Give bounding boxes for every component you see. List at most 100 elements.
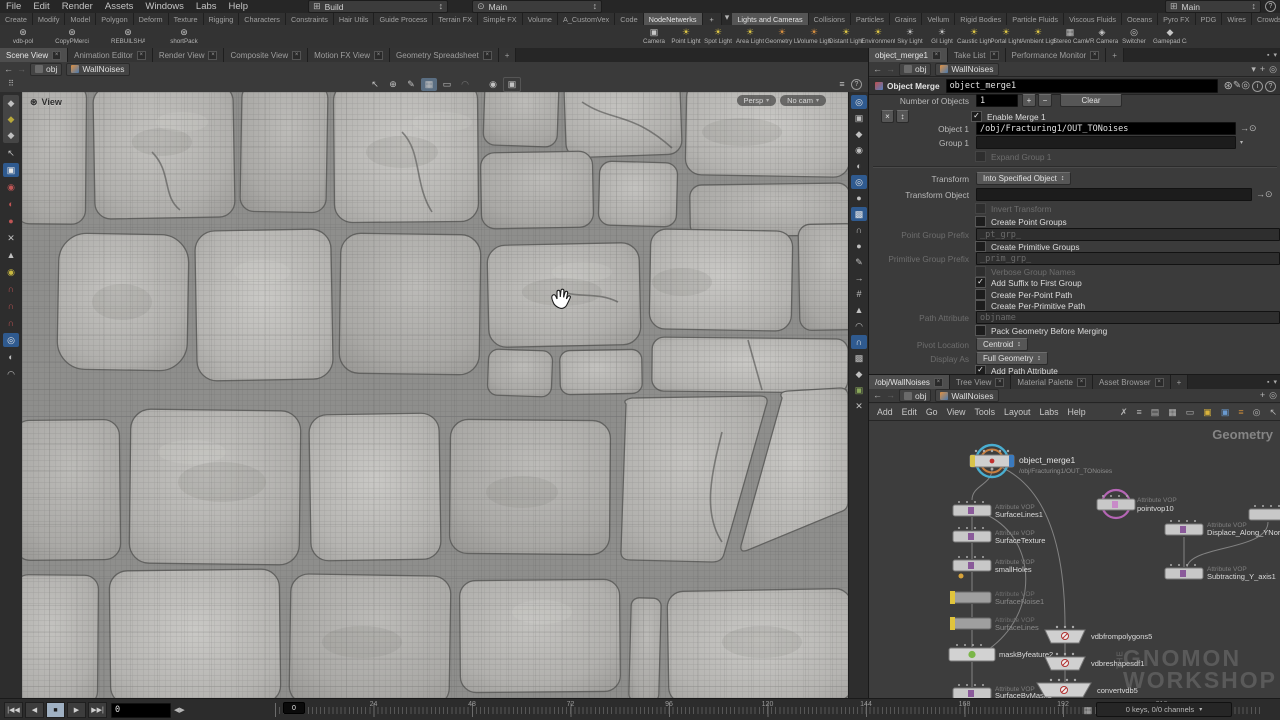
close-tab-icon[interactable] xyxy=(1077,377,1087,387)
pivot-dropdown[interactable]: Centroid ↕ xyxy=(976,338,1028,351)
node-partial-right[interactable] xyxy=(1248,505,1280,521)
shelf-tab-particles[interactable]: Particles xyxy=(850,13,890,25)
back-icon[interactable]: ← xyxy=(873,391,882,400)
enable-merge-checkbox[interactable] xyxy=(971,111,982,122)
shelf-tab-wires[interactable]: Wires xyxy=(1222,13,1252,25)
forward-icon[interactable]: → xyxy=(886,391,895,400)
new-tab-button[interactable]: + xyxy=(1170,375,1189,389)
menu-render[interactable]: Render xyxy=(56,1,99,12)
pack-geometry-checkbox[interactable] xyxy=(975,325,986,336)
color-sample-icon[interactable]: ▣ xyxy=(851,383,867,397)
object1-field[interactable]: /obj/Fracturing1/OUT_TONoises xyxy=(976,122,1236,135)
shelf-tab-grains[interactable]: Grains xyxy=(889,13,923,25)
back-icon[interactable]: ← xyxy=(873,64,882,74)
number-of-objects-field[interactable]: 1 xyxy=(976,94,1018,107)
node-surfacelines1[interactable]: Attribute VOP SurfaceLines1 xyxy=(952,501,1043,519)
go-start-button[interactable]: |◀◀ xyxy=(4,702,23,718)
lock-camera-icon[interactable]: ◆ xyxy=(851,127,867,141)
shelf-tab-particle-fluids[interactable]: Particle Fluids xyxy=(1007,13,1065,25)
node-maskbyfeature2[interactable]: maskByfeature2 xyxy=(948,644,1053,662)
node-jump-icon[interactable]: → xyxy=(1256,190,1265,199)
tab-take-list[interactable]: Take List xyxy=(947,48,1006,62)
net-menu-tools[interactable]: Tools xyxy=(975,407,996,417)
select-arrow-icon[interactable]: ↖ xyxy=(3,146,19,160)
stopwatch-icon[interactable]: ◉ xyxy=(485,78,501,91)
menu-windows[interactable]: Windows xyxy=(139,1,190,12)
menu-help[interactable]: Help xyxy=(223,1,255,12)
add-suffix-checkbox[interactable] xyxy=(975,277,986,288)
close-tab-icon[interactable] xyxy=(931,50,941,60)
create-prim-groups-checkbox[interactable] xyxy=(975,241,986,252)
pane-maximize-icon[interactable]: ▪ xyxy=(1267,52,1269,59)
group1-field[interactable] xyxy=(976,136,1236,149)
net-menu-go[interactable]: Go xyxy=(926,407,938,417)
viewport-3d[interactable]: ⊛ View Persp ▾ No cam ▾ xyxy=(12,75,861,707)
shelf-tab-polygon[interactable]: Polygon xyxy=(96,13,134,25)
tool-distant-light[interactable]: ☀ Distant Light xyxy=(829,25,863,48)
menu-assets[interactable]: Assets xyxy=(99,1,140,12)
network-editor[interactable]: Geometry object_merge1 /obj/Fracturing1/… xyxy=(869,421,1280,698)
increment-button[interactable]: + xyxy=(1022,94,1036,107)
select-groups-icon[interactable]: ◐ xyxy=(3,197,19,211)
decrement-button[interactable]: − xyxy=(1038,94,1052,107)
info-icon[interactable]: i xyxy=(1252,80,1263,92)
tool-vdb-pol[interactable]: ⊛ vdb-pol xyxy=(0,25,46,48)
current-frame-field[interactable]: 0 xyxy=(111,702,171,718)
node-subtracting-y-axis1[interactable]: Attribute VOP Subtracting_Y_axis1 xyxy=(1164,564,1276,581)
tool-rebuilshape[interactable]: ⊛ REBUILSHAPE xyxy=(98,25,158,48)
tool-area-light[interactable]: ☀ Area Light xyxy=(734,25,766,48)
node-surfacebymask1[interactable]: Attribute VOP SurfaceByMask1 xyxy=(952,684,1052,698)
node-vdbfrompolygons5[interactable]: vdbfrompolygons5 xyxy=(1044,625,1152,644)
shelf-tab-hair-utils[interactable]: Hair Utils xyxy=(333,13,375,25)
lock-handle-icon[interactable]: ◠ xyxy=(457,78,473,91)
tool-environment-light[interactable]: ☀Environment Light xyxy=(861,25,895,48)
shelf-tab-texture[interactable]: Texture xyxy=(168,13,204,25)
transform-dropdown[interactable]: Into Specified Object ↕ xyxy=(976,172,1072,185)
prim-normal-icon[interactable]: → xyxy=(851,271,867,285)
tab-material-palette[interactable]: Material Palette xyxy=(1011,375,1094,389)
tab-network-wallnoises[interactable]: /obj/WallNoises xyxy=(869,375,950,389)
lighting-icon[interactable]: ◉ xyxy=(851,143,867,157)
character-pose-icon[interactable]: ◎ xyxy=(851,175,867,189)
net-menu-view[interactable]: View xyxy=(947,407,966,417)
right-desktop-selector[interactable]: ⊞ Main ↕ xyxy=(1165,0,1261,13)
wireframe-toggle-icon[interactable]: ▩ xyxy=(851,351,867,365)
stop-button[interactable]: ■ xyxy=(46,702,65,718)
net-menu-edit[interactable]: Edit xyxy=(902,407,917,417)
keyframe-icon[interactable]: ▣ xyxy=(503,76,521,92)
gear-icon[interactable]: ⊛ xyxy=(1224,80,1233,92)
path-obj[interactable]: obj xyxy=(30,62,63,76)
keyframe-grid-icon[interactable]: ▦ xyxy=(1083,706,1092,715)
tool-caustic-light[interactable]: ☀ Caustic Light xyxy=(957,25,991,48)
tab-object-merge1[interactable]: object_merge1 xyxy=(869,48,948,62)
path-wallnoises[interactable]: WallNoises xyxy=(935,62,999,76)
shelf-tab-pyro-fx[interactable]: Pyro FX xyxy=(1158,13,1196,25)
node-surfacetexture[interactable]: Attribute VOP SurfaceTexture xyxy=(952,527,1045,545)
node-chooser-icon[interactable]: ⊙ xyxy=(1265,190,1273,199)
view-snapshot-icon[interactable]: ◎ xyxy=(851,95,867,109)
forward-icon[interactable]: → xyxy=(17,64,26,74)
path-obj[interactable]: obj xyxy=(899,389,932,402)
tool-point-light[interactable]: ☀ Point Light xyxy=(670,25,702,48)
angle-icon[interactable]: ◠ xyxy=(851,319,867,333)
shade-cap-icon[interactable]: ◠ xyxy=(3,367,19,381)
shelf-tab-simple-fx[interactable]: Simple FX xyxy=(477,13,523,25)
tool-gamepad-camera[interactable]: ◆Gamepad Camera xyxy=(1150,25,1190,48)
select-geometry-icon[interactable]: ● xyxy=(3,214,19,228)
tab-animation-editor[interactable]: Animation Editor xyxy=(68,48,153,62)
frame-step-icons[interactable]: ◀▶ xyxy=(174,707,185,714)
persp-pill[interactable]: Persp ▾ xyxy=(736,95,777,106)
shelf-tab-terrain-fx[interactable]: Terrain FX xyxy=(433,13,478,25)
material-ball-icon[interactable]: ▩ xyxy=(851,207,867,221)
tool-vr-camera[interactable]: ◈ VR Camera xyxy=(1086,25,1118,48)
play-button[interactable]: ▶ xyxy=(67,702,86,718)
close-tab-icon[interactable] xyxy=(136,50,146,60)
scene-selector[interactable]: ⊙ Main ↕ xyxy=(472,0,603,13)
shelf-tab-crowds[interactable]: Crowds xyxy=(1251,13,1280,25)
sheet-icon[interactable]: ▤ xyxy=(1151,407,1160,417)
tool-ambient-light[interactable]: ☀Ambient Light xyxy=(1021,25,1055,48)
net-expand-icon[interactable]: ↖ xyxy=(1269,407,1277,417)
wire-shade-icon[interactable]: ∩ xyxy=(851,223,867,237)
node-displace-along-ynormal[interactable]: Attribute VOP Displace_Along_YNormal xyxy=(1164,520,1280,537)
ladder-icon[interactable]: ≡ xyxy=(1136,407,1141,417)
